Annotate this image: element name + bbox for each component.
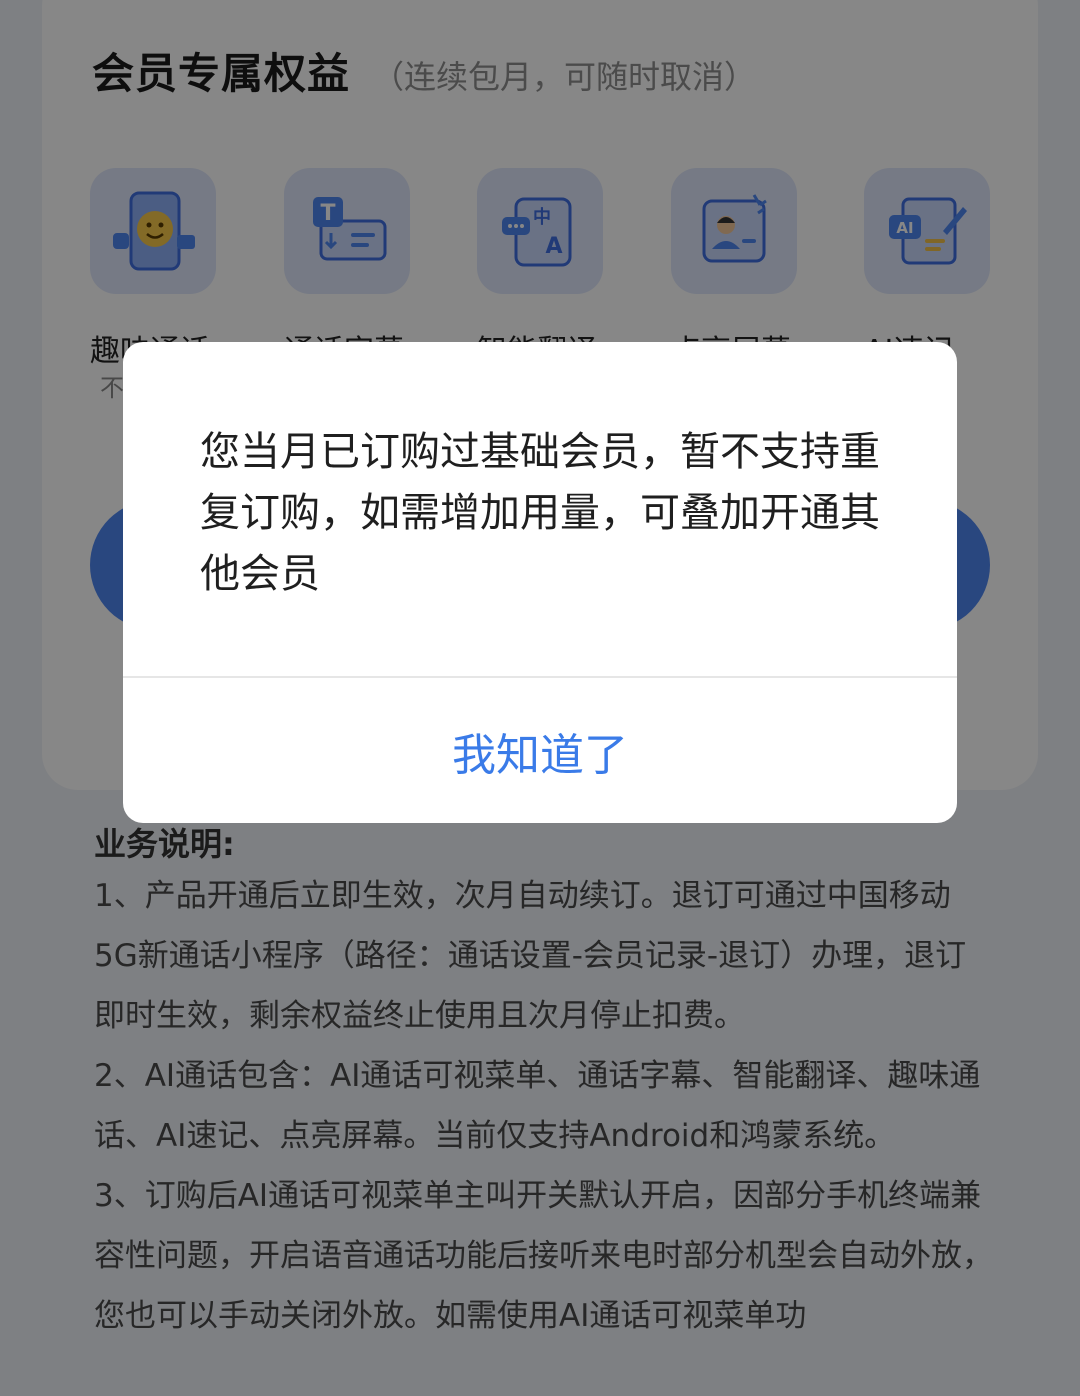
dialog-message: 您当月已订购过基础会员，暂不支持重复订购，如需增加用量，可叠加开通其他会员 xyxy=(200,429,880,597)
page: 会员专属权益 （连续包月，可随时取消） 趣味通话 不 xyxy=(0,0,1080,1396)
acknowledge-button[interactable]: 我知道了 xyxy=(123,678,957,823)
alert-dialog: 您当月已订购过基础会员，暂不支持重复订购，如需增加用量，可叠加开通其他会员 我知… xyxy=(123,342,957,823)
